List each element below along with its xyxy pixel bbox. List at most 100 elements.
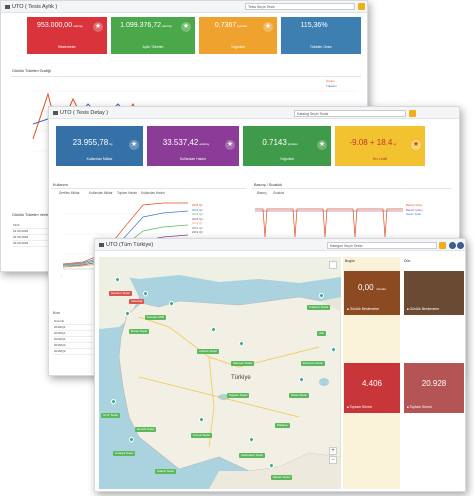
kpi-label: Tüketim Oranı [309,45,333,49]
table-title: Günlük Tüketim Verileri [12,213,52,217]
window-title: UTO ( Tesis Aylık ) [12,4,58,10]
dashboard-icon [99,242,104,247]
search-button[interactable] [439,242,446,249]
kpi-value: 1.099.376,72 [120,22,162,29]
dashboard-icon [5,4,10,9]
kpi-label: Kullanılan Miktar [86,157,113,161]
chart-title: Günlük Tüketim Grafiği [12,69,51,73]
window-title: UTO ( Tesis Detay ) [60,110,109,116]
table-title: Kon [53,311,60,315]
kpi-label: Beslemeler [58,45,76,49]
kpi-unit: kg/adet [237,24,248,28]
star-icon: ★ [263,22,273,32]
city-label[interactable]: Antalya Tesisi [113,451,136,456]
kpi-value: 23.955,78 [72,138,109,147]
city-label[interactable]: Denizli Tesisi [135,427,157,432]
kpi-unit: adet/ay [199,142,210,146]
kpi-unit: kg/adet [287,142,298,146]
city-label[interactable]: Samsun Tesisi [231,361,255,366]
daily-table: Tarih 01.09.2018 02.09.2018 03.09.2018 [12,223,52,247]
city-label[interactable]: Malatya [275,423,290,428]
city-label[interactable]: Erzurum Tesisi [301,361,325,366]
kpi-unit: adet/ay [162,24,172,28]
star-icon: ★ [129,140,139,150]
city-label[interactable]: Tekirdağ [129,299,145,304]
zoom-out-button[interactable]: − [329,456,337,464]
category-select[interactable]: Kategori Seçin Tesisi [327,242,437,249]
kpi-value: 115,36% [300,22,328,29]
column-header: Dün [404,259,411,263]
star-icon: ★ [93,22,103,32]
kpi-card-2: 1.099.376,72adet/ay Aylık Tüketim ★ [111,17,195,54]
city-label[interactable]: İstanbul Tesisi [109,291,132,296]
star-icon: ★ [411,140,421,150]
city-label[interactable]: Kayseri Tesisi [227,393,250,398]
legend-item: Hacim Farkı [406,212,422,216]
star-icon: ★ [181,22,191,32]
city-label[interactable]: Ankara Tesisi [197,349,219,354]
city-label[interactable]: Van [317,331,327,336]
legend-left: 2018 Q1 2018 Q2 2018 Q3 2018 Q4 2019 Q1 … [191,203,231,235]
tile-daily-today: 0,00 m³/adet Günlük Beslemeler [344,271,400,315]
star-icon: ★ [317,140,327,150]
tile-value: 0,00 [358,283,374,292]
svg-text:—: — [60,273,64,277]
city-label[interactable]: Adana Tesisi [155,469,176,474]
city-label[interactable]: Sivas Tesisi [289,393,309,398]
tab-temperature[interactable]: Sıcaklık [273,191,284,195]
kpi-value: 33.537,42 [162,138,199,147]
tile-label: Günlük Beslemeler [407,307,440,311]
legend-item: 2019 Q3 [192,230,203,234]
tab-produced[interactable]: Üretilen Miktar [59,191,80,195]
user-icon[interactable] [449,242,456,249]
map-view[interactable]: Harita Uydu Türkiye [99,257,341,489]
tile-label: Toplam Süresi [347,405,372,409]
country-label: Türkiye [231,375,251,381]
legend-right: Basınç Girişi Basınç Çıkışı Hacim Farkı [405,203,453,217]
search-button[interactable] [409,110,416,117]
tab-used-amount[interactable]: Kullanılan Miktar [89,191,113,195]
kpi-unit: adet/ay [73,24,83,28]
kpi-value: 0.7143 [262,138,287,147]
kpi-card-3: 0.7143kg/adet Yoğunluk ★ [243,126,331,166]
window-title: UTO (Tüm Türkiye) [106,242,154,248]
city-label[interactable]: Gaziantep Tesisi [239,453,265,458]
tile-value: 20.928 [421,379,447,388]
tile-value: 4.406 [361,379,383,388]
turkey-map [99,257,341,489]
kpi-label: Hız Limiti [372,157,388,161]
dashboard-icon [53,110,58,115]
city-label[interactable]: Trabzon Tesisi [307,305,331,310]
kpi-card-2: 33.537,42adet/ay Kullanılan Hacim ★ [147,126,239,166]
tab-used-volume[interactable]: Kullanılan Hacim [141,191,165,195]
kpi-card-1: 953.000,00adet/ay Beslemeler ★ [27,17,107,54]
zoom-in-button[interactable]: + [329,447,337,455]
kpi-label: Kullanılan Hacim [179,157,207,161]
kpi-value: 0,7367 [214,22,237,29]
tab-total-volume[interactable]: Toplam Hacim [117,191,137,195]
kpi-value: 953.000,00 [37,22,73,29]
column-header: Bugün [345,259,356,263]
star-icon: ★ [225,140,235,150]
table-row: 2019/Q2 [53,349,93,355]
city-label[interactable]: Bursa Tesisi [129,329,150,334]
city-label[interactable]: Konya Tesisi [191,433,212,438]
kpi-unit: ay [393,142,397,146]
menu-icon[interactable] [457,242,464,249]
search-button[interactable] [358,3,365,10]
city-label[interactable]: Mersin Tesisi [271,475,293,480]
fullscreen-button[interactable] [329,261,337,269]
city-label[interactable]: İzmir Tesisi [101,413,120,418]
table-row: 03.09.2018 [12,241,52,247]
tesis-select[interactable]: Tesis Seçin Tesis [245,3,355,10]
kpi-card-3: 0,7367kg/adet Yoğunluk ★ [199,17,277,54]
kpi-unit: kg [109,142,113,146]
kpi-card-4: -9.08 + 18.4ay Hız Limiti ★ [335,126,425,166]
tab-pressure[interactable]: Basınç [257,191,267,195]
kpi-value: -9.08 + 18.4 [349,138,393,147]
kpi-card-4: 115,36% Tüketim Oranı [281,17,361,54]
city-label[interactable]: Kocaeli OSB [145,315,167,320]
tum-turkiye-window: UTO (Tüm Türkiye) Kategori Seçin Tesisi … [94,238,466,492]
catalog-select[interactable]: Katalog Seçin Tesisi [294,110,406,117]
tile-total-today: 4.406 Toplam Süresi [344,363,400,413]
